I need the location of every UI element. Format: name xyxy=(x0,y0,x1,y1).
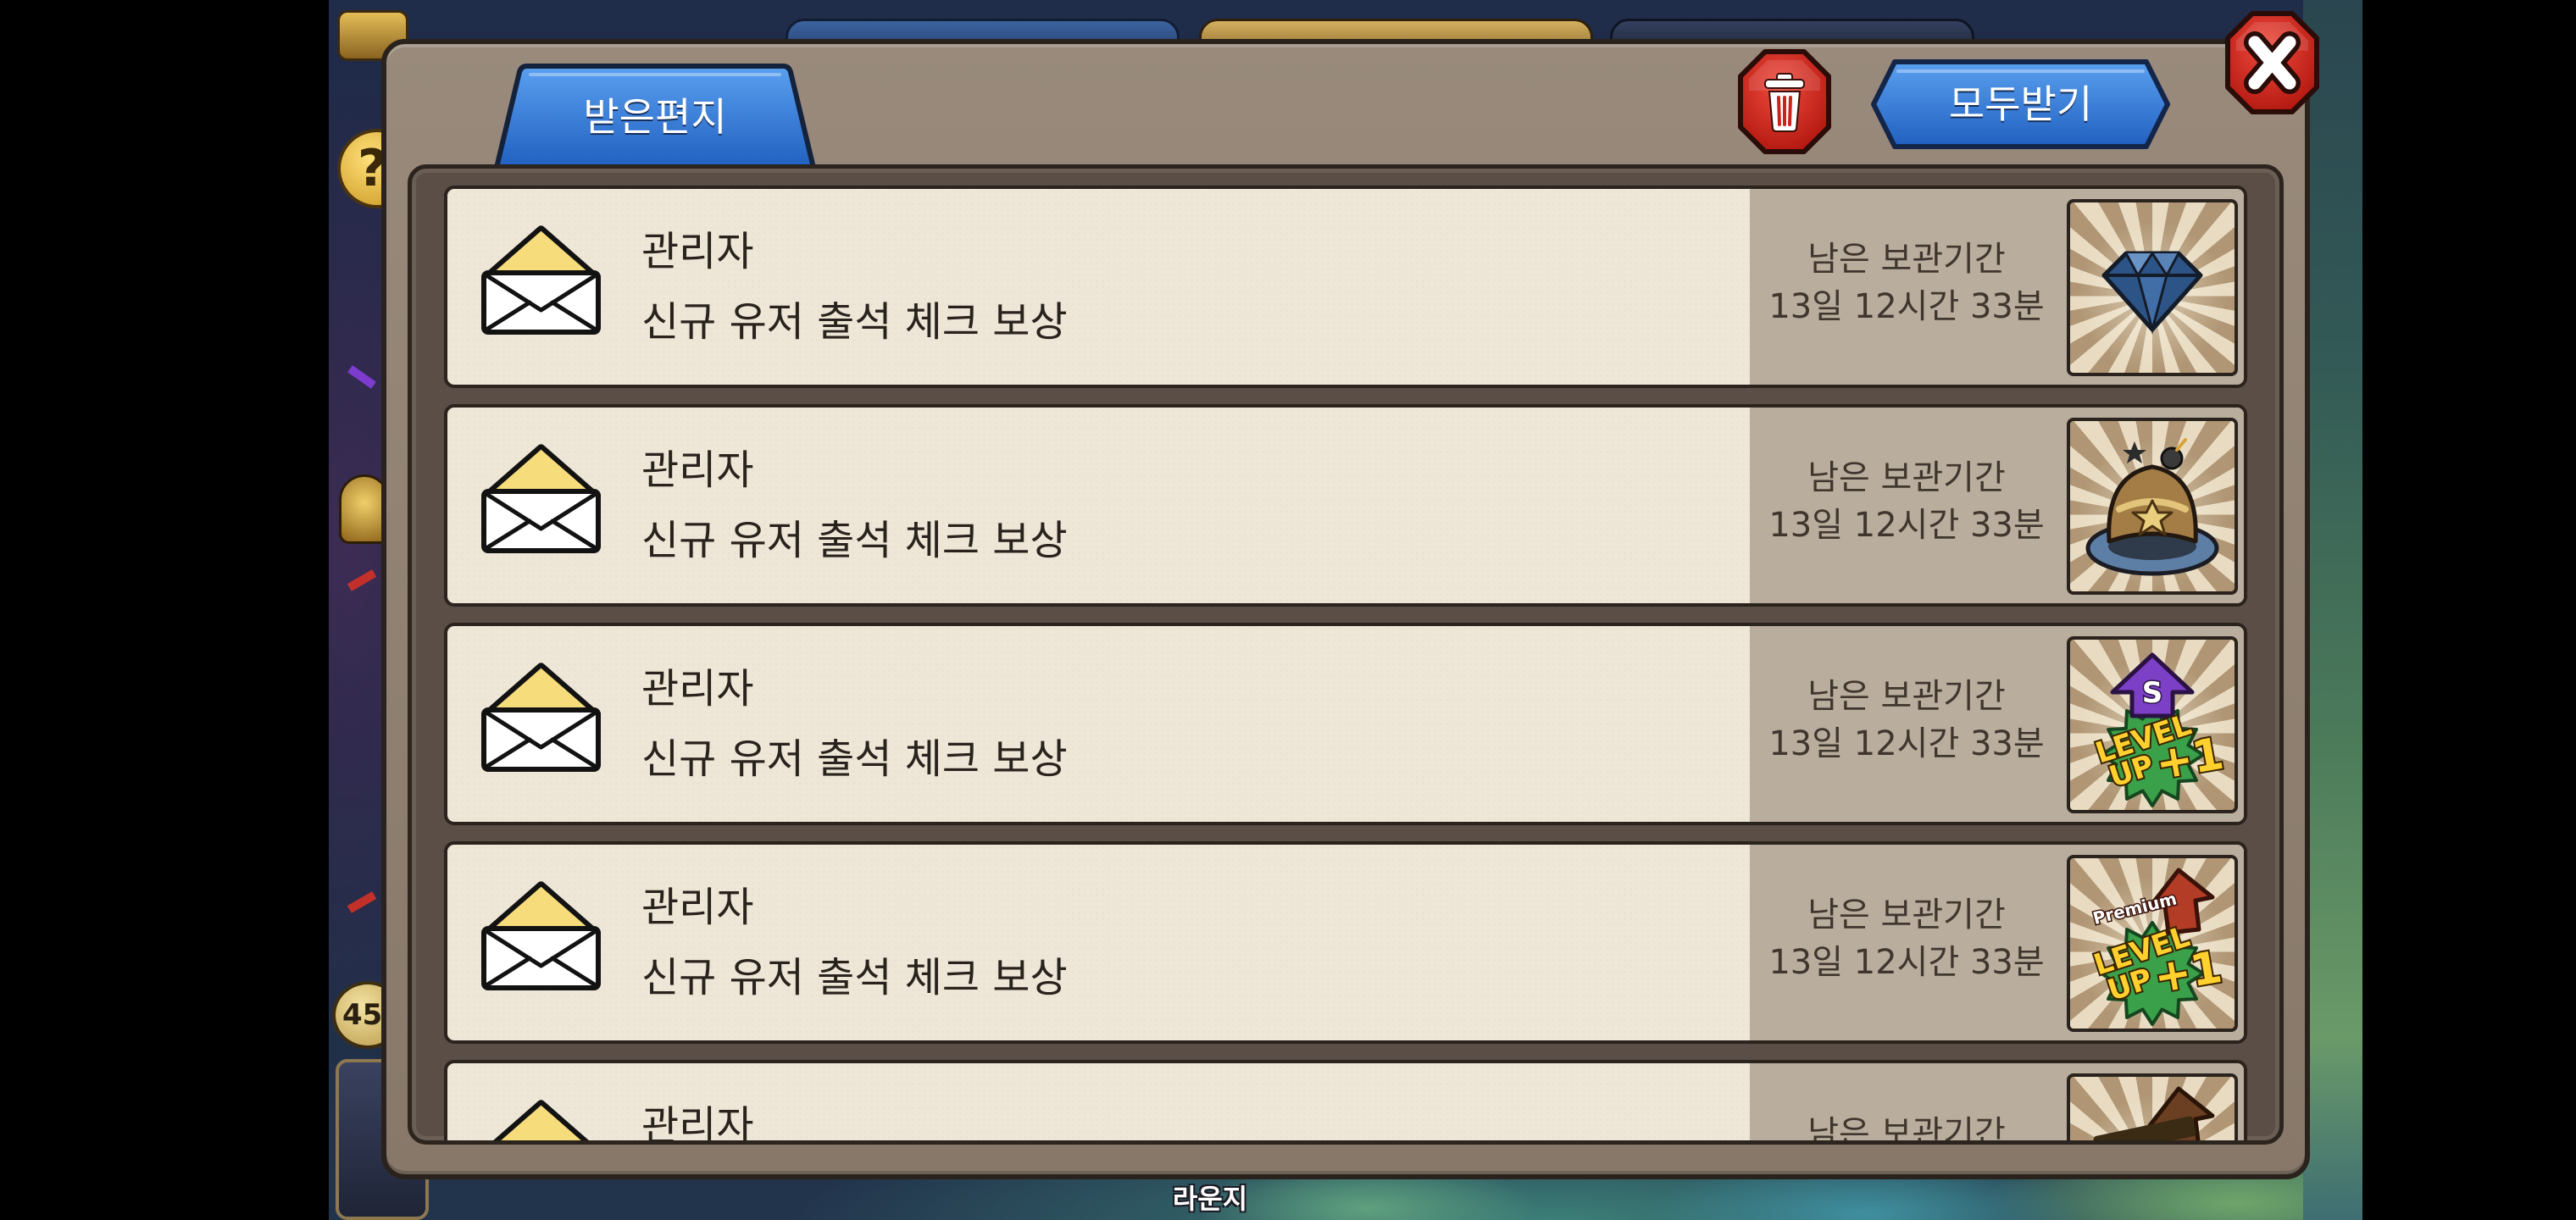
mail-sender: 관리자 xyxy=(641,228,754,275)
reward-item[interactable] xyxy=(2067,199,2238,376)
open-envelope-icon xyxy=(479,659,603,774)
reward-item[interactable] xyxy=(2067,418,2238,595)
delete-button[interactable] xyxy=(1737,48,1832,155)
open-envelope-icon xyxy=(479,222,603,337)
level-up-icon xyxy=(2093,1086,2215,1140)
reward-item[interactable] xyxy=(2067,1073,2238,1140)
mail-list[interactable]: 관리자 신규 유저 출석 체크 보상 남은 보관기간 13일 12시간 33분 … xyxy=(408,164,2284,1145)
mail-subject: 신규 유저 출석 체크 보상 xyxy=(641,735,1068,783)
trash-icon xyxy=(1738,49,1831,154)
diamond-icon xyxy=(2101,251,2203,335)
mail-sender: 관리자 xyxy=(641,665,754,713)
remaining-period-time: 13일 12시간 33분 xyxy=(1768,287,2045,326)
open-envelope-icon xyxy=(479,441,603,556)
receive-all-label: 모두받기 xyxy=(1948,81,2093,127)
mail-subject: 신규 유저 출석 체크 보상 xyxy=(641,298,1068,346)
mail-row[interactable]: 관리자 신규 유저 출석 체크 보상 남은 보관기간 13일 12시간 33분 … xyxy=(444,841,2247,1044)
mail-row[interactable]: 관리자 신규 유저 출석 체크 보상 남은 보관기간 13일 12시간 33분 xyxy=(444,186,2247,388)
mail-row[interactable]: 관리자 남은 보관기간 xyxy=(444,1060,2247,1145)
receive-all-button[interactable]: 모두받기 xyxy=(1869,58,2172,151)
reward-bonus-text: +1 xyxy=(2152,729,2228,790)
remaining-period-time: 13일 12시간 33분 xyxy=(1768,506,2045,545)
reward-bonus-text: +1 xyxy=(2151,942,2226,1004)
mail-sender: 관리자 xyxy=(641,884,754,931)
close-icon xyxy=(2225,11,2319,114)
lounge-menu-label[interactable]: 라운지 xyxy=(1159,1178,1261,1217)
reward-item[interactable]: S LEVEL UP +1 xyxy=(2067,636,2238,813)
close-button[interactable] xyxy=(2224,10,2320,115)
remaining-period-time: 13일 12시간 33분 xyxy=(1768,943,2045,982)
open-envelope-icon xyxy=(479,1096,603,1145)
background-foliage xyxy=(2303,0,2362,1220)
reward-item[interactable]: Premium LEVEL UP +1 xyxy=(2067,855,2238,1032)
level-up-s-icon: S LEVEL UP +1 xyxy=(2090,652,2229,807)
mail-row[interactable]: 관리자 신규 유저 출석 체크 보상 남은 보관기간 13일 12시간 33분 xyxy=(444,404,2247,607)
remaining-period-label: 남은 보관기간 xyxy=(1807,677,2006,716)
remaining-period-label: 남은 보관기간 xyxy=(1807,1114,2006,1145)
remaining-period-label: 남은 보관기간 xyxy=(1807,896,2006,934)
tab-label: 받은편지 xyxy=(583,94,727,140)
mail-row[interactable]: 관리자 신규 유저 출석 체크 보상 남은 보관기간 13일 12시간 33분 … xyxy=(444,623,2247,825)
remaining-period-label: 남은 보관기간 xyxy=(1807,240,2006,279)
reward-badge-text: S xyxy=(2142,676,2163,710)
open-envelope-icon xyxy=(479,878,603,993)
helmet-icon xyxy=(2085,438,2219,576)
mail-sender: 관리자 xyxy=(641,446,754,494)
mail-sender: 관리자 xyxy=(641,1102,754,1145)
premium-level-up-icon: Premium LEVEL UP +1 xyxy=(2088,868,2228,1026)
remaining-period-label: 남은 보관기간 xyxy=(1807,458,2006,497)
mail-subject: 신규 유저 출석 체크 보상 xyxy=(641,954,1068,1001)
tab-received-mail[interactable]: 받은편지 xyxy=(493,61,817,168)
mail-subject: 신규 유저 출석 체크 보상 xyxy=(641,517,1068,564)
remaining-period-time: 13일 12시간 33분 xyxy=(1768,724,2045,763)
